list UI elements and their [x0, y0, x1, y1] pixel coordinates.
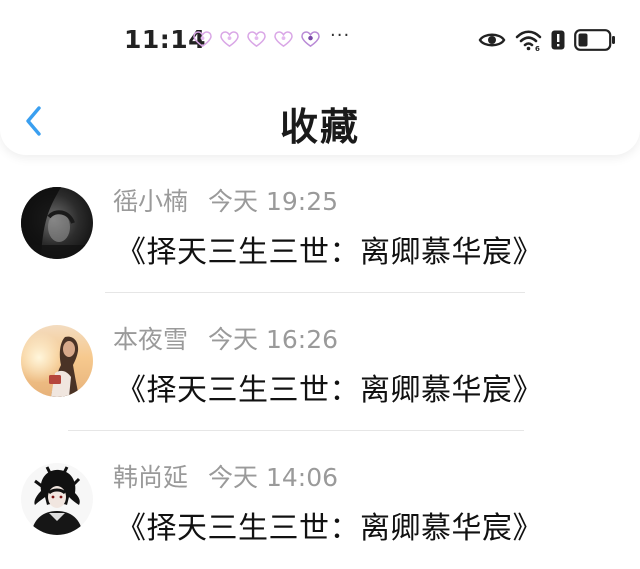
svg-text:6: 6	[535, 45, 540, 51]
avatar[interactable]	[21, 463, 93, 535]
battery-icon	[574, 29, 615, 51]
list-item[interactable]: 本夜雪 今天 16:26 《择天三生三世：离卿慕华宸》	[0, 293, 640, 431]
heart-icon	[220, 31, 239, 48]
dark-portrait-avatar	[21, 187, 93, 259]
item-time: 今天 19:25	[208, 187, 339, 216]
item-time: 今天 16:26	[208, 325, 339, 354]
anime-boy-avatar	[21, 463, 93, 535]
item-meta: 韩尚延 今天 14:06	[113, 458, 338, 494]
page-title: 收藏	[279, 105, 360, 149]
chevron-left-icon	[26, 106, 41, 136]
list-item[interactable]: 徭小楠 今天 19:25 《择天三生三世：离卿慕华宸》	[0, 155, 640, 293]
more-notifications-icon: ···	[330, 25, 351, 46]
heart-icon	[247, 31, 266, 48]
item-message: 《择天三生三世：离卿慕华宸》	[116, 235, 543, 270]
sender-name: 徭小楠	[113, 187, 189, 216]
list-item[interactable]: 韩尚延 今天 14:06 《择天三生三世：离卿慕华宸》	[0, 431, 640, 569]
header: 11:14 ··· 6 收藏	[0, 0, 640, 155]
status-bar: 11:14 ··· 6	[0, 22, 640, 62]
eye-icon	[478, 33, 506, 47]
sunset-girl-avatar	[21, 325, 93, 397]
item-meta: 本夜雪 今天 16:26	[113, 320, 338, 356]
item-message: 《择天三生三世：离卿慕华宸》	[116, 373, 543, 408]
sender-name: 本夜雪	[113, 325, 189, 354]
title-bar: 收藏	[0, 96, 640, 152]
system-icons: 6	[478, 29, 616, 51]
item-message: 《择天三生三世：离卿慕华宸》	[116, 511, 543, 546]
heart-icon	[274, 31, 293, 48]
back-button[interactable]	[20, 100, 50, 142]
avatar[interactable]	[21, 325, 93, 397]
alert-icon	[551, 30, 565, 50]
heart-icon	[193, 31, 212, 48]
item-time: 今天 14:06	[208, 463, 339, 492]
item-meta: 徭小楠 今天 19:25	[113, 182, 338, 218]
avatar[interactable]	[21, 187, 93, 259]
heart-icon	[301, 31, 320, 48]
sender-name: 韩尚延	[113, 463, 189, 492]
wifi-icon: 6	[515, 30, 542, 51]
notification-icons	[193, 31, 320, 48]
